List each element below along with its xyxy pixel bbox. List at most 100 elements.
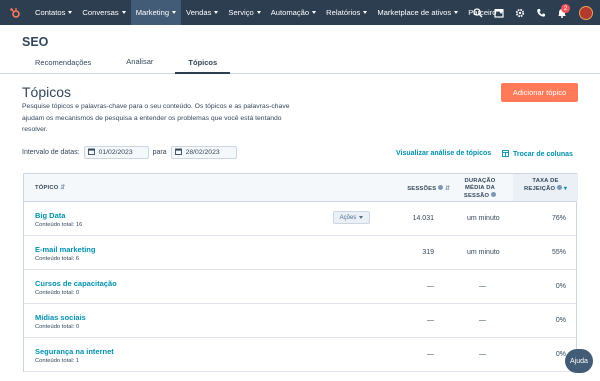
help-button[interactable]: Ajuda <box>565 349 593 373</box>
table-row[interactable]: Big Data Conteúdo total: 16 Ações 14.031… <box>24 202 576 236</box>
topic-content-count: Conteúdo total: 1 <box>35 358 80 364</box>
table-row[interactable]: Cursos de capacitação Conteúdo total: 0 … <box>24 270 576 304</box>
bounce-rate-cell: 0% <box>555 283 566 290</box>
tab-bar: Recomendações Analisar Tópicos <box>22 57 231 74</box>
sessions-cell: — <box>427 317 434 324</box>
nav-item-vendas[interactable]: Vendas <box>181 0 223 25</box>
start-date-input[interactable]: 01/02/2023 <box>83 146 149 159</box>
end-date-input[interactable]: 28/02/2023 <box>170 146 237 159</box>
duration-cell: um minuto <box>467 249 500 256</box>
column-header-label: SESSÃO <box>463 193 490 199</box>
topics-table: TÓPICO ⇵ SESSÕES ⇵ DURAÇÃO MÉDIA DA SESS… <box>23 173 578 372</box>
bounce-rate-cell: 0% <box>555 317 566 324</box>
start-date-value: 01/02/2023 <box>98 149 133 156</box>
swap-columns-label: Trocar de colunas <box>513 151 573 158</box>
chevron-down-icon <box>214 11 219 14</box>
chevron-down-icon <box>121 11 126 14</box>
nav-label: Marketplace de ativos <box>377 8 452 17</box>
column-header-sessions[interactable]: SESSÕES ⇵ <box>407 185 450 192</box>
columns-icon <box>502 150 509 159</box>
table-row[interactable]: E-mail marketing Conteúdo total: 6 319 u… <box>24 236 576 270</box>
sessions-cell: — <box>427 283 434 290</box>
chevron-down-icon <box>454 11 459 14</box>
column-header-label: REJEIÇÃO <box>524 186 556 192</box>
duration-cell: — <box>479 351 486 358</box>
add-topic-button[interactable]: Adicionar tópico <box>501 83 578 102</box>
topic-name-link[interactable]: E-mail marketing <box>35 245 95 254</box>
topic-name-link[interactable]: Mídias sociais <box>35 313 86 322</box>
bounce-rate-cell: 76% <box>551 215 566 222</box>
end-date-value: 28/02/2023 <box>185 149 220 156</box>
column-header-label-line: REJEIÇÃO ▾ <box>513 185 578 193</box>
tab-recomendacoes[interactable]: Recomendações <box>22 57 104 74</box>
sort-icon: ⇵ <box>444 186 450 192</box>
column-header-bounce-rate[interactable]: TAXA DE REJEIÇÃO ▾ <box>513 174 578 201</box>
topic-content-count: Conteúdo total: 0 <box>35 324 80 330</box>
topic-content-count: Conteúdo total: 16 <box>35 222 83 228</box>
column-header-label-line: SESSÃO <box>462 192 498 200</box>
table-row[interactable]: Mídias sociais Conteúdo total: 0 — — 0% <box>24 304 576 338</box>
notification-count-badge: 2 <box>561 4 570 13</box>
table-row[interactable]: Segurança na internet Conteúdo total: 1 … <box>24 338 576 372</box>
settings-gear-icon[interactable] <box>509 0 530 25</box>
topic-name-link[interactable]: Big Data <box>35 211 65 220</box>
nav-item-servico[interactable]: Serviço <box>223 0 265 25</box>
date-range-separator: para <box>152 149 167 156</box>
calendar-icon <box>87 148 95 157</box>
nav-item-automacao[interactable]: Automação <box>266 0 321 25</box>
topic-name-link[interactable]: Cursos de capacitação <box>35 279 117 288</box>
duration-cell: um minuto <box>467 215 500 222</box>
topic-content-count: Conteúdo total: 0 <box>35 290 80 296</box>
calling-phone-icon[interactable] <box>530 0 551 25</box>
sessions-cell: 319 <box>422 249 434 256</box>
nav-label: Marketing <box>135 8 170 17</box>
bounce-rate-cell: 55% <box>551 249 566 256</box>
column-header-label: TAXA DE <box>532 178 559 184</box>
info-icon <box>438 185 444 190</box>
nav-item-marketing[interactable]: Marketing <box>130 0 182 25</box>
page-title: SEO <box>22 35 49 49</box>
column-header-topic[interactable]: TÓPICO ⇵ <box>35 185 65 191</box>
tab-topicos[interactable]: Tópicos <box>175 57 231 74</box>
avatar <box>579 5 593 20</box>
notifications-bell-icon[interactable]: 2 <box>551 0 572 25</box>
nav-label: Automação <box>270 8 310 17</box>
topic-content-count: Conteúdo total: 6 <box>35 256 80 262</box>
chevron-down-icon <box>359 216 364 219</box>
date-range-label: Intervalo de datas: <box>22 149 80 156</box>
search-icon[interactable] <box>467 0 488 25</box>
column-header-label: MÉDIA DA <box>464 185 496 191</box>
duration-cell: — <box>479 283 486 290</box>
date-range-filter: Intervalo de datas: 01/02/2023 para 28/0… <box>22 146 241 159</box>
section-description: Pesquise tópicos e palavras-chave para o… <box>22 103 290 133</box>
nav-label: Relatórios <box>326 8 361 17</box>
column-header-label: DURAÇÃO <box>464 178 496 184</box>
sessions-cell: 14.031 <box>412 215 434 222</box>
user-avatar[interactable] <box>572 0 600 25</box>
sort-descending-icon: ▾ <box>563 186 567 192</box>
top-navigation: Contatos Conversas Marketing Vendas Serv… <box>0 0 600 25</box>
view-topic-analysis-link[interactable]: Visualizar análise de tópicos <box>396 150 491 157</box>
actions-dropdown-button[interactable]: Ações <box>333 211 370 224</box>
nav-item-relatorios[interactable]: Relatórios <box>321 0 372 25</box>
chevron-down-icon <box>256 11 261 14</box>
nav-item-conversas[interactable]: Conversas <box>77 0 130 25</box>
nav-item-marketplace[interactable]: Marketplace de ativos <box>372 0 463 25</box>
sort-icon: ⇵ <box>60 185 66 191</box>
column-header-duration[interactable]: DURAÇÃO MÉDIA DA SESSÃO <box>462 178 498 200</box>
calendar-icon <box>174 148 182 157</box>
chevron-down-icon <box>312 11 317 14</box>
column-header-label: TÓPICO <box>35 185 59 191</box>
nav-label: Contatos <box>35 8 66 17</box>
table-header: TÓPICO ⇵ SESSÕES ⇵ DURAÇÃO MÉDIA DA SESS… <box>24 174 578 202</box>
swap-columns-link[interactable]: Trocar de colunas <box>502 150 573 159</box>
marketplace-icon[interactable] <box>488 0 509 25</box>
column-header-label: SESSÕES <box>407 186 437 192</box>
nav-item-contatos[interactable]: Contatos <box>30 0 77 25</box>
duration-cell: — <box>479 317 486 324</box>
topic-name-link[interactable]: Segurança na internet <box>35 347 114 356</box>
tab-analisar[interactable]: Analisar <box>104 57 175 74</box>
hubspot-logo-icon[interactable] <box>0 0 30 25</box>
actions-label: Ações <box>339 214 357 221</box>
chevron-down-icon <box>68 11 73 14</box>
